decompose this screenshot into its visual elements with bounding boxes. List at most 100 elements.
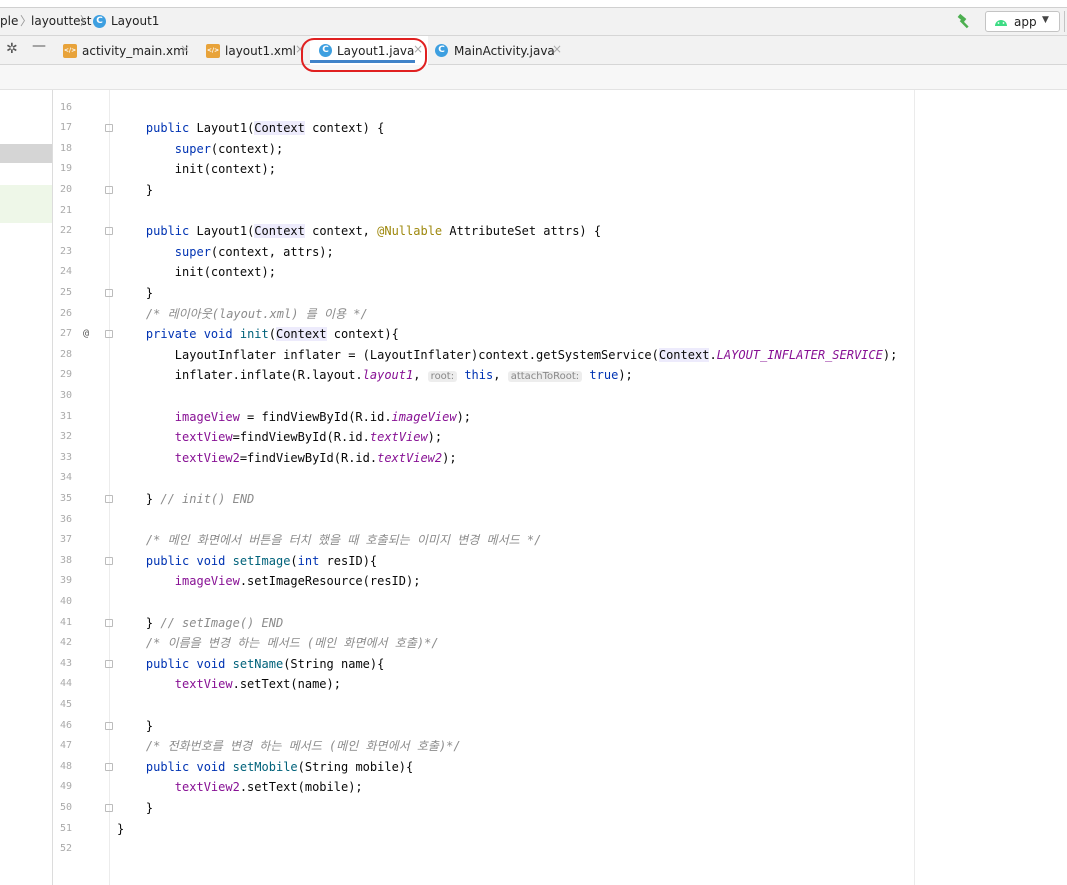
code-token: .setText(name); [232,677,341,692]
code-line[interactable]: public void setImage(int resID){ [117,551,377,572]
code-token: ); [456,409,472,424]
code-line[interactable]: init(context); [117,262,276,283]
code-line[interactable]: } [117,819,124,840]
code-line[interactable]: imageView = findViewById(R.id.imageView)… [117,407,471,428]
code-token: setImage [232,553,291,568]
code-line[interactable]: /* 메인 화면에서 버튼을 터치 했을 때 호출되는 이미지 변경 메서드 *… [117,530,541,551]
code-token: } [117,615,161,630]
line-number: 45 [60,698,73,710]
line-number: 50 [60,801,73,813]
code-line[interactable]: inflater.inflate(R.layout.layout1, root:… [117,365,633,386]
code-line[interactable]: public void setMobile(String mobile){ [117,757,413,778]
tab-mainactivity-java[interactable]: C MainActivity.java × [432,36,567,65]
code-line[interactable]: public Layout1(Context context) { [117,118,384,139]
android-icon [995,20,1007,26]
code-line[interactable]: LayoutInflater inflater = (LayoutInflate… [117,345,897,366]
line-number: 52 [60,843,73,855]
code-token: public [145,224,190,239]
code-line[interactable]: /* 레이아웃(layout.xml) 를 이용 */ [117,304,368,325]
code-line[interactable]: } [117,716,153,737]
code-line[interactable]: } [117,180,153,201]
project-panel [0,90,53,885]
code-line[interactable]: } // init() END [117,489,254,510]
code-line[interactable]: public void setName(String name){ [117,654,384,675]
code-line[interactable]: /* 이름을 변경 하는 메서드 (메인 화면에서 호출)*/ [117,633,439,654]
code-token: resID){ [319,553,378,568]
code-line[interactable]: super(context, attrs); [117,242,334,263]
tab-activity-main-xml[interactable]: </> activity_main.xml × [60,36,200,65]
chevron-down-icon: ▼ [1042,15,1049,25]
navigation-bar: ple 〉 layouttest 〉 C Layout1 app ▼ [0,8,1067,36]
line-number: 39 [60,575,73,587]
code-line[interactable]: /* 전화번호를 변경 하는 메서드 (메인 화면에서 호출)*/ [117,736,461,757]
line-number: 18 [60,142,73,154]
code-token: private void [145,327,233,342]
line-number: 22 [60,225,73,237]
code-token: @Nullable [377,224,443,239]
gear-icon[interactable]: ✲ [6,41,18,57]
code-line[interactable]: textView2=findViewById(R.id.textView2); [117,448,457,469]
breadcrumb-item-class[interactable]: Layout1 [111,14,159,28]
code-token: Context [275,327,327,342]
breadcrumb-item-module[interactable]: ple [0,14,18,28]
code-editor[interactable]: public Layout1(Context context) { super(… [110,90,1067,885]
code-token: int [297,553,320,568]
run-configuration-dropdown[interactable]: app ▼ [985,11,1060,32]
line-number: 32 [60,431,73,443]
tab-layout1-xml[interactable]: </> layout1.xml × [203,36,308,65]
close-icon[interactable]: × [552,42,562,56]
code-line[interactable]: } [117,798,153,819]
code-line[interactable]: textView2.setText(mobile); [117,777,363,798]
code-line[interactable]: textView.setText(name); [117,674,341,695]
line-number: 43 [60,657,73,669]
code-line[interactable]: } // setImage() END [117,613,283,634]
code-line[interactable]: private void init(Context context){ [117,324,399,345]
class-icon: C [93,15,106,28]
code-line[interactable]: super(context); [117,139,283,160]
line-number: 31 [60,410,73,422]
line-number: 40 [60,595,73,607]
code-token: =findViewById(R.id. [239,450,378,465]
minimize-icon[interactable]: — [32,38,46,54]
close-icon[interactable]: × [180,42,190,56]
parameter-hint: root: [427,371,458,383]
line-number: 20 [60,183,73,195]
hammer-icon[interactable] [956,13,973,30]
code-token: ); [442,450,457,465]
code-token: textView [369,430,428,445]
code-token: textView [174,430,233,445]
override-marker-icon[interactable]: @ [83,324,89,345]
line-number: 25 [60,286,73,298]
line-number: 35 [60,492,73,504]
code-line[interactable]: init(context); [117,159,276,180]
selected-tree-row[interactable] [0,144,52,163]
line-number: 37 [60,534,73,546]
code-token: context) { [304,121,385,136]
code-line[interactable]: textView=findViewById(R.id.textView); [117,427,442,448]
code-line[interactable]: public Layout1(Context context, @Nullabl… [117,221,601,242]
editor-breadcrumb-bar [0,65,1067,90]
code-token: ( [290,553,298,568]
code-token: = findViewById(R.id. [239,409,392,424]
code-token: ); [882,347,898,362]
line-number: 38 [60,554,73,566]
code-line[interactable]: imageView.setImageResource(resID); [117,571,421,592]
code-token: public void [145,553,226,568]
changed-tree-rows[interactable] [0,185,52,223]
xml-file-icon: </> [206,44,220,58]
code-line[interactable]: } [117,283,153,304]
highlight-circle [301,38,427,72]
code-token: (context); [210,141,284,156]
